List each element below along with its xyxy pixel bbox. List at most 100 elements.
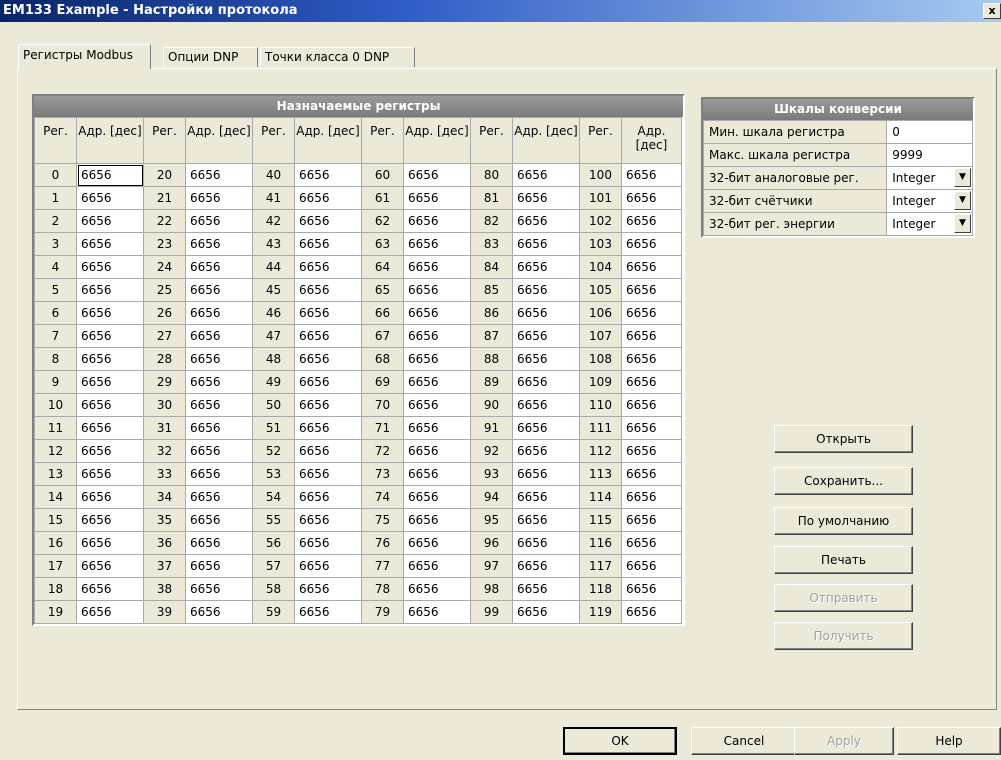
register-address-cell[interactable]: 6656 — [512, 232, 580, 256]
register-address-cell[interactable]: 6656 — [403, 508, 471, 532]
register-address-cell[interactable]: 6656 — [403, 163, 471, 187]
register-address-cell[interactable]: 6656 — [621, 370, 682, 394]
register-address-cell[interactable]: 6656 — [512, 347, 580, 371]
register-address-cell[interactable]: 6656 — [621, 209, 682, 233]
register-address-cell[interactable]: 6656 — [403, 301, 471, 325]
register-address-cell[interactable]: 6656 — [621, 301, 682, 325]
register-address-cell[interactable]: 6656 — [621, 255, 682, 279]
register-address-cell[interactable]: 6656 — [512, 416, 580, 440]
register-address-cell[interactable]: 6656 — [185, 393, 253, 417]
send-button[interactable]: Отправить — [774, 584, 913, 612]
register-address-cell[interactable]: 6656 — [185, 531, 253, 555]
chevron-down-icon[interactable]: ▼ — [954, 168, 971, 187]
register-address-cell[interactable]: 6656 — [185, 439, 253, 463]
register-address-cell[interactable]: 6656 — [76, 416, 144, 440]
scale-select[interactable]: Integer ▼ — [886, 212, 973, 236]
register-address-cell[interactable]: 6656 — [76, 577, 144, 601]
register-address-cell[interactable]: 6656 — [403, 209, 471, 233]
register-address-cell[interactable]: 6656 — [403, 416, 471, 440]
register-address-cell[interactable]: 6656 — [621, 577, 682, 601]
register-address-cell[interactable]: 6656 — [512, 278, 580, 302]
register-address-cell[interactable]: 6656 — [403, 485, 471, 509]
register-address-cell[interactable]: 6656 — [294, 347, 362, 371]
register-address-cell[interactable]: 6656 — [403, 255, 471, 279]
register-address-cell[interactable]: 6656 — [76, 209, 144, 233]
register-address-cell[interactable]: 6656 — [512, 439, 580, 463]
register-address-cell[interactable]: 6656 — [512, 485, 580, 509]
register-address-cell[interactable]: 6656 — [76, 324, 144, 348]
register-address-cell[interactable]: 6656 — [185, 255, 253, 279]
ok-button[interactable]: OK — [563, 727, 677, 755]
register-address-cell[interactable]: 6656 — [76, 347, 144, 371]
register-address-cell[interactable]: 6656 — [403, 232, 471, 256]
tab-modbus-registers[interactable]: Регистры Modbus — [18, 44, 151, 69]
register-address-cell[interactable]: 6656 — [294, 278, 362, 302]
register-address-cell[interactable]: 6656 — [621, 462, 682, 486]
tab-dnp-options[interactable]: Опции DNP — [163, 47, 258, 67]
register-address-cell[interactable]: 6656 — [185, 209, 253, 233]
register-address-cell[interactable]: 6656 — [294, 232, 362, 256]
register-address-cell[interactable]: 6656 — [294, 416, 362, 440]
register-address-cell[interactable]: 6656 — [512, 508, 580, 532]
register-address-cell[interactable]: 6656 — [185, 301, 253, 325]
register-address-cell[interactable]: 6656 — [185, 554, 253, 578]
close-icon[interactable]: x — [983, 3, 1001, 19]
register-address-cell[interactable]: 6656 — [621, 508, 682, 532]
help-button[interactable]: Help — [897, 727, 1001, 755]
register-address-cell[interactable]: 6656 — [294, 508, 362, 532]
register-address-cell[interactable]: 6656 — [512, 393, 580, 417]
register-address-cell[interactable]: 6656 — [76, 301, 144, 325]
register-address-cell[interactable]: 6656 — [185, 577, 253, 601]
scale-value-input[interactable]: 9999 — [886, 143, 973, 167]
register-address-cell[interactable]: 6656 — [621, 393, 682, 417]
register-address-cell[interactable]: 6656 — [294, 324, 362, 348]
register-address-cell[interactable]: 6656 — [512, 255, 580, 279]
register-address-cell[interactable]: 6656 — [294, 209, 362, 233]
register-address-cell[interactable]: 6656 — [403, 600, 471, 624]
register-address-cell[interactable]: 6656 — [76, 485, 144, 509]
scale-select[interactable]: Integer ▼ — [886, 166, 973, 190]
register-address-cell[interactable]: 6656 — [76, 232, 144, 256]
register-address-cell[interactable]: 6656 — [185, 485, 253, 509]
register-address-cell[interactable]: 6656 — [512, 301, 580, 325]
register-address-cell[interactable]: 6656 — [621, 531, 682, 555]
register-address-cell[interactable]: 6656 — [294, 554, 362, 578]
register-address-cell[interactable]: 6656 — [294, 439, 362, 463]
scale-select[interactable]: Integer ▼ — [886, 189, 973, 213]
register-address-cell[interactable]: 6656 — [185, 462, 253, 486]
register-address-cell[interactable]: 6656 — [621, 485, 682, 509]
register-address-cell[interactable]: 6656 — [185, 347, 253, 371]
register-address-cell[interactable]: 6656 — [403, 278, 471, 302]
register-address-cell[interactable]: 6656 — [403, 554, 471, 578]
register-address-cell[interactable]: 6656 — [512, 186, 580, 210]
register-address-cell[interactable]: 6656 — [185, 600, 253, 624]
register-address-cell[interactable]: 6656 — [294, 186, 362, 210]
register-address-cell[interactable]: 6656 — [185, 370, 253, 394]
register-address-cell[interactable]: 6656 — [185, 416, 253, 440]
register-address-cell[interactable]: 6656 — [185, 278, 253, 302]
register-address-cell[interactable]: 6656 — [294, 485, 362, 509]
register-address-cell[interactable]: 6656 — [294, 255, 362, 279]
register-address-cell[interactable]: 6656 — [76, 393, 144, 417]
register-address-cell[interactable]: 6656 — [621, 232, 682, 256]
register-address-cell[interactable]: 6656 — [185, 324, 253, 348]
register-address-cell[interactable]: 6656 — [621, 439, 682, 463]
register-address-cell[interactable]: 6656 — [76, 531, 144, 555]
register-address-cell[interactable]: 6656 — [512, 554, 580, 578]
register-address-cell[interactable]: 6656 — [294, 462, 362, 486]
register-address-cell[interactable]: 6656 — [294, 370, 362, 394]
register-address-cell[interactable]: 6656 — [621, 416, 682, 440]
register-address-cell[interactable]: 6656 — [403, 324, 471, 348]
register-address-cell[interactable]: 6656 — [76, 255, 144, 279]
register-address-cell[interactable]: 6656 — [512, 462, 580, 486]
register-address-cell[interactable]: 6656 — [621, 163, 682, 187]
register-address-cell[interactable]: 6656 — [403, 462, 471, 486]
register-address-cell[interactable]: 6656 — [294, 577, 362, 601]
register-address-cell[interactable]: 6656 — [76, 370, 144, 394]
default-button[interactable]: По умолчанию — [774, 507, 913, 535]
register-address-cell[interactable]: 6656 — [621, 347, 682, 371]
register-address-cell[interactable]: 6656 — [76, 278, 144, 302]
register-address-cell[interactable]: 6656 — [76, 554, 144, 578]
register-address-cell[interactable]: 6656 — [512, 600, 580, 624]
register-address-cell[interactable]: 6656 — [512, 163, 580, 187]
